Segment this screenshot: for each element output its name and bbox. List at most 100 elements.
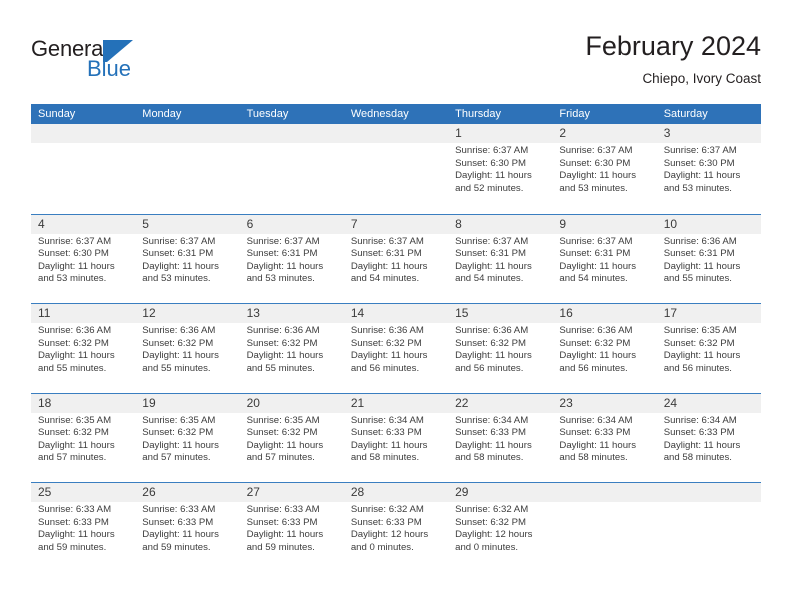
calendar-page: General Blue February 2024 Chiepo, Ivory… — [0, 0, 792, 612]
day-number: 22 — [455, 395, 469, 410]
sunrise-text: Sunrise: 6:33 AM — [246, 504, 320, 515]
sunset-text: Sunset: 6:32 PM — [246, 337, 318, 349]
sunrise-text: Sunrise: 6:32 AM — [350, 504, 424, 515]
calendar-day-cell[interactable]: 29 Sunrise: 6:32 AM Sunset: 6:32 PM Dayligh… — [448, 483, 552, 572]
weekday-header-tuesday: Tuesday — [246, 108, 289, 120]
weekday-header-friday: Friday — [559, 108, 590, 120]
daylight-text-line1: Daylight: 11 hours — [246, 260, 324, 272]
calendar-day-cell[interactable]: 11 Sunrise: 6:36 AM Sunset: 6:32 PM Dayligh… — [31, 304, 135, 393]
calendar-day-cell[interactable]: 19 Sunrise: 6:35 AM Sunset: 6:32 PM Dayligh… — [135, 394, 239, 483]
calendar-week-cells: 1 Sunrise: 6:37 AM Sunset: 6:30 PM Daylight… — [31, 124, 761, 214]
sunset-text: Sunset: 6:30 PM — [38, 248, 109, 260]
daylight-text-line1: Daylight: 11 hours — [559, 439, 637, 451]
calendar-day-cell-empty — [552, 483, 656, 572]
calendar-day-cell[interactable]: 2 Sunrise: 6:37 AM Sunset: 6:30 PM Daylight… — [552, 124, 656, 214]
daylight-text-line2: and 54 minutes. — [455, 273, 524, 285]
calendar-day-cell[interactable]: 27 Sunrise: 6:33 AM Sunset: 6:33 PM Dayligh… — [240, 483, 344, 572]
daylight-text-line1: Daylight: 11 hours — [350, 350, 428, 362]
sunset-text: Sunset: 6:30 PM — [663, 157, 735, 169]
day-number: 26 — [142, 485, 156, 499]
day-number: 20 — [246, 395, 260, 410]
sunset-text: Sunset: 6:32 PM — [142, 337, 214, 349]
day-number: 11 — [38, 306, 51, 320]
daylight-text-line2: and 0 minutes. — [455, 541, 519, 553]
calendar-day-cell[interactable]: 22 Sunrise: 6:34 AM Sunset: 6:33 PM Dayligh… — [448, 394, 552, 483]
sunrise-text: Sunrise: 6:37 AM — [38, 235, 112, 247]
sunrise-text: Sunrise: 6:33 AM — [38, 504, 112, 515]
day-number: 14 — [350, 306, 365, 320]
calendar-day-cell[interactable]: 16 Sunrise: 6:36 AM Sunset: 6:32 PM Dayligh… — [552, 304, 656, 393]
calendar-day-cell[interactable]: 28 Sunrise: 6:32 AM Sunset: 6:33 PM Dayligh… — [344, 483, 448, 572]
calendar-day-cell[interactable]: 9 Sunrise: 6:37 AM Sunset: 6:31 PM Daylight… — [552, 215, 656, 304]
calendar-week-row: 4 Sunrise: 6:37 AM Sunset: 6:30 PM Daylight… — [31, 213, 761, 304]
day-number: 4 — [38, 216, 45, 231]
sunrise-text: Sunrise: 6:36 AM — [38, 325, 112, 336]
calendar-day-cell[interactable]: 12 Sunrise: 6:36 AM Sunset: 6:32 PM Dayligh… — [135, 304, 239, 393]
calendar-day-cell[interactable]: 25 Sunrise: 6:33 AM Sunset: 6:33 PM Dayligh… — [31, 483, 135, 572]
calendar-day-cell[interactable]: 4 Sunrise: 6:37 AM Sunset: 6:30 PM Daylight… — [31, 215, 135, 304]
calendar-day-cell[interactable]: 15 Sunrise: 6:36 AM Sunset: 6:32 PM Dayligh… — [448, 304, 552, 393]
sunrise-text: Sunrise: 6:32 AM — [455, 504, 529, 515]
calendar-week-row: 1 Sunrise: 6:37 AM Sunset: 6:30 PM Daylight… — [31, 124, 761, 214]
sunset-text: Sunset: 6:32 PM — [455, 337, 527, 349]
daylight-text-line1: Daylight: 12 hours — [455, 529, 533, 541]
daylight-text-line2: and 55 minutes. — [38, 362, 107, 374]
daylight-text-line2: and 59 minutes. — [142, 541, 211, 553]
calendar-day-cell[interactable]: 1 Sunrise: 6:37 AM Sunset: 6:30 PM Daylight… — [448, 124, 552, 214]
calendar-day-cell[interactable]: 10 Sunrise: 6:36 AM Sunset: 6:31 PM Dayligh… — [657, 215, 761, 304]
calendar-day-cell[interactable]: 18 Sunrise: 6:35 AM Sunset: 6:32 PM Dayligh… — [31, 394, 135, 483]
calendar-day-cell[interactable]: 3 Sunrise: 6:37 AM Sunset: 6:30 PM Daylight… — [657, 124, 761, 214]
daylight-text-line2: and 55 minutes. — [142, 362, 211, 374]
day-details: Sunrise: 6:33 AM Sunset: 6:33 PM Daylight:… — [142, 504, 233, 554]
daylight-text-line1: Daylight: 11 hours — [142, 260, 219, 272]
day-details: Sunrise: 6:37 AM Sunset: 6:30 PM Daylight:… — [455, 145, 546, 195]
brand-logo[interactable]: General Blue — [31, 38, 231, 94]
daylight-text-line2: and 55 minutes. — [246, 362, 315, 374]
calendar-day-cell[interactable]: 20 Sunrise: 6:35 AM Sunset: 6:32 PM Dayligh… — [240, 394, 344, 483]
sunset-text: Sunset: 6:32 PM — [559, 337, 631, 349]
calendar-day-cell[interactable]: 7 Sunrise: 6:37 AM Sunset: 6:31 PM Daylight… — [344, 215, 448, 304]
daylight-text-line1: Daylight: 11 hours — [663, 170, 741, 182]
calendar-day-cell[interactable]: 8 Sunrise: 6:37 AM Sunset: 6:31 PM Daylight… — [448, 215, 552, 304]
daylight-text-line2: and 55 minutes. — [663, 273, 732, 285]
calendar-day-cell[interactable]: 24 Sunrise: 6:34 AM Sunset: 6:33 PM Dayligh… — [657, 394, 761, 483]
daylight-text-line2: and 59 minutes. — [38, 541, 107, 553]
daylight-text-line1: Daylight: 12 hours — [350, 529, 429, 541]
calendar-day-cell[interactable]: 5 Sunrise: 6:37 AM Sunset: 6:31 PM Daylight… — [135, 215, 239, 304]
calendar-grid: Sunday Monday Tuesday Wednesday Thursday… — [31, 104, 761, 572]
sunset-text: Sunset: 6:33 PM — [455, 427, 527, 439]
calendar-day-cell-empty — [657, 483, 761, 572]
sunrise-text: Sunrise: 6:37 AM — [142, 235, 216, 247]
daylight-text-line1: Daylight: 11 hours — [142, 439, 219, 451]
calendar-day-cell[interactable]: 23 Sunrise: 6:34 AM Sunset: 6:33 PM Dayligh… — [552, 394, 656, 483]
day-details: Sunrise: 6:36 AM Sunset: 6:31 PM Daylight:… — [664, 236, 755, 286]
daylight-text-line2: and 58 minutes. — [455, 452, 524, 464]
day-details: Sunrise: 6:32 AM Sunset: 6:33 PM Daylight:… — [351, 504, 442, 554]
day-details: Sunrise: 6:36 AM Sunset: 6:32 PM Daylight:… — [455, 325, 546, 375]
daylight-text-line2: and 58 minutes. — [663, 452, 732, 464]
day-details: Sunrise: 6:35 AM Sunset: 6:32 PM Daylight:… — [247, 415, 338, 465]
calendar-day-cell[interactable]: 17 Sunrise: 6:35 AM Sunset: 6:32 PM Dayligh… — [657, 304, 761, 393]
day-details: Sunrise: 6:36 AM Sunset: 6:32 PM Daylight:… — [38, 325, 129, 375]
page-subtitle: Chiepo, Ivory Coast — [642, 71, 761, 86]
sunrise-text: Sunrise: 6:34 AM — [559, 414, 633, 426]
day-details: Sunrise: 6:35 AM Sunset: 6:32 PM Daylight:… — [142, 415, 233, 465]
calendar-day-cell[interactable]: 21 Sunrise: 6:34 AM Sunset: 6:33 PM Dayligh… — [344, 394, 448, 483]
sunrise-text: Sunrise: 6:35 AM — [246, 414, 320, 426]
calendar-day-cell[interactable]: 6 Sunrise: 6:37 AM Sunset: 6:31 PM Daylight… — [240, 215, 344, 304]
calendar-day-cell[interactable]: 26 Sunrise: 6:33 AM Sunset: 6:33 PM Dayligh… — [135, 483, 239, 572]
sunset-text: Sunset: 6:33 PM — [246, 516, 318, 528]
daylight-text-line1: Daylight: 11 hours — [142, 350, 219, 362]
day-details: Sunrise: 6:34 AM Sunset: 6:33 PM Daylight:… — [455, 415, 546, 465]
weekday-header-saturday: Saturday — [663, 108, 708, 120]
daylight-text-line1: Daylight: 11 hours — [663, 260, 741, 272]
calendar-day-cell[interactable]: 14 Sunrise: 6:36 AM Sunset: 6:32 PM Dayligh… — [344, 304, 448, 393]
calendar-week-cells: 11 Sunrise: 6:36 AM Sunset: 6:32 PM Dayligh… — [31, 304, 761, 393]
day-details: Sunrise: 6:33 AM Sunset: 6:33 PM Daylight:… — [38, 504, 129, 554]
daylight-text-line1: Daylight: 11 hours — [455, 170, 532, 182]
daylight-text-line1: Daylight: 11 hours — [246, 439, 324, 451]
calendar-day-cell[interactable]: 13 Sunrise: 6:36 AM Sunset: 6:32 PM Dayligh… — [240, 304, 344, 393]
daylight-text-line1: Daylight: 11 hours — [559, 260, 637, 272]
day-details: Sunrise: 6:36 AM Sunset: 6:32 PM Daylight:… — [247, 325, 338, 375]
day-details: Sunrise: 6:33 AM Sunset: 6:33 PM Daylight:… — [247, 504, 338, 554]
